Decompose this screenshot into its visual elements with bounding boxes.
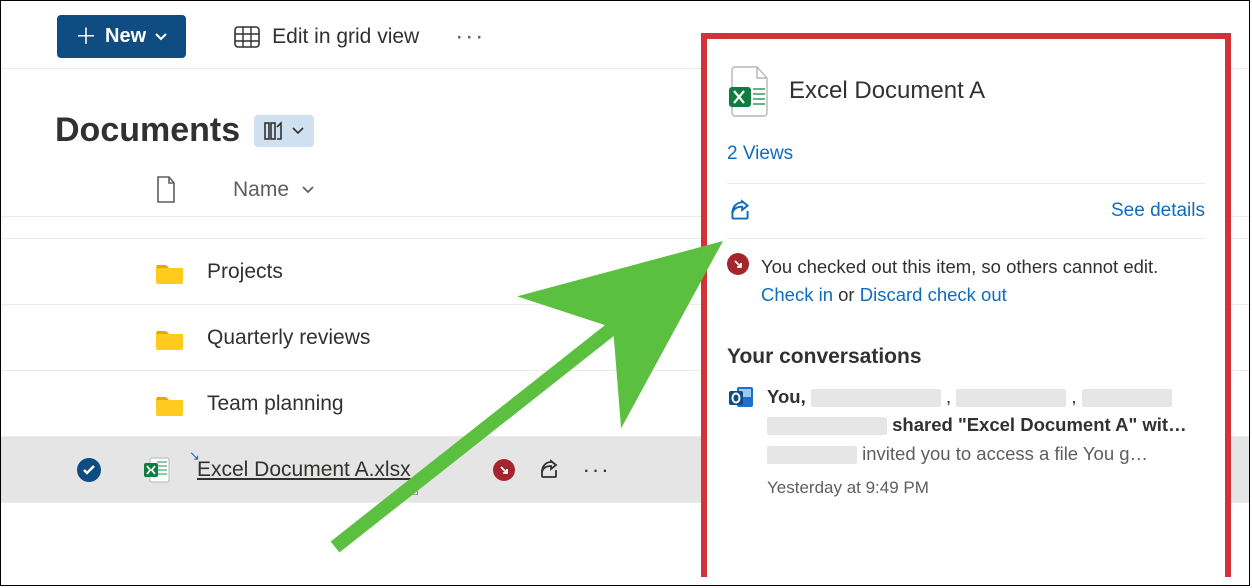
item-name: Projects — [207, 260, 283, 284]
check-in-link[interactable]: Check in — [761, 284, 833, 305]
conversation-body: You, , , shared "Excel Document A" wit… … — [767, 383, 1187, 501]
discard-checkout-link[interactable]: Discard check out — [860, 284, 1007, 305]
checked-out-badge-icon — [493, 459, 515, 481]
file-type-column-icon[interactable] — [155, 176, 177, 204]
excel-file-icon — [727, 65, 771, 117]
chevron-down-icon — [292, 125, 304, 137]
item-name: Team planning — [207, 392, 344, 416]
item-name: Quarterly reviews — [207, 326, 370, 350]
conversations-heading: Your conversations — [727, 345, 1205, 369]
panel-share-row: See details — [727, 184, 1205, 239]
checkout-text: You checked out this item, so others can… — [761, 256, 1158, 277]
chevron-down-icon — [154, 30, 168, 44]
new-button[interactable]: ＋ New — [57, 15, 186, 58]
views-link[interactable]: 2 Views — [727, 143, 1205, 184]
details-panel: Excel Document A 2 Views See details You… — [701, 33, 1231, 577]
folder-icon — [155, 325, 185, 351]
share-icon[interactable] — [537, 458, 561, 482]
more-commands-button[interactable]: ··· — [455, 23, 485, 51]
convo-invited: invited you to access a file You g… — [857, 443, 1148, 464]
excel-file-icon — [143, 456, 171, 484]
row-hover-actions: ··· — [493, 457, 611, 483]
plus-icon: ＋ — [75, 26, 97, 48]
share-icon[interactable] — [727, 198, 753, 224]
edit-grid-button[interactable]: Edit in grid view — [234, 25, 419, 49]
selected-check-icon[interactable] — [77, 458, 101, 482]
see-details-link[interactable]: See details — [1111, 200, 1205, 222]
more-item-actions[interactable]: ··· — [583, 457, 611, 483]
chevron-down-icon — [301, 183, 315, 197]
folder-icon — [155, 391, 185, 417]
checkout-message: You checked out this item, so others can… — [727, 239, 1205, 315]
panel-title: Excel Document A — [789, 77, 985, 105]
conversation-item[interactable]: You, , , shared "Excel Document A" wit… … — [727, 383, 1205, 501]
panel-header: Excel Document A — [727, 65, 1205, 117]
folder-icon — [155, 259, 185, 285]
app-frame: ＋ New Edit in grid view ··· Documents — [0, 0, 1250, 586]
library-title: Documents — [55, 111, 240, 150]
new-button-label: New — [105, 25, 146, 48]
conversation-timestamp: Yesterday at 9:49 PM — [767, 475, 1187, 501]
convo-you: You, — [767, 386, 806, 407]
outlook-icon — [727, 383, 755, 411]
grid-icon — [234, 26, 260, 48]
columns-icon — [264, 121, 286, 141]
file-name-cell[interactable]: ↘ Excel Document A.xlsx ☝︎ — [197, 458, 411, 482]
view-switcher[interactable] — [254, 115, 314, 147]
convo-shared: shared "Excel Document A" wit… — [892, 414, 1186, 435]
or-text: or — [833, 284, 860, 305]
edit-grid-label: Edit in grid view — [272, 25, 419, 49]
name-column-header[interactable]: Name — [233, 178, 315, 202]
checked-out-badge-icon — [727, 253, 749, 309]
item-name: Excel Document A.xlsx — [197, 458, 411, 481]
